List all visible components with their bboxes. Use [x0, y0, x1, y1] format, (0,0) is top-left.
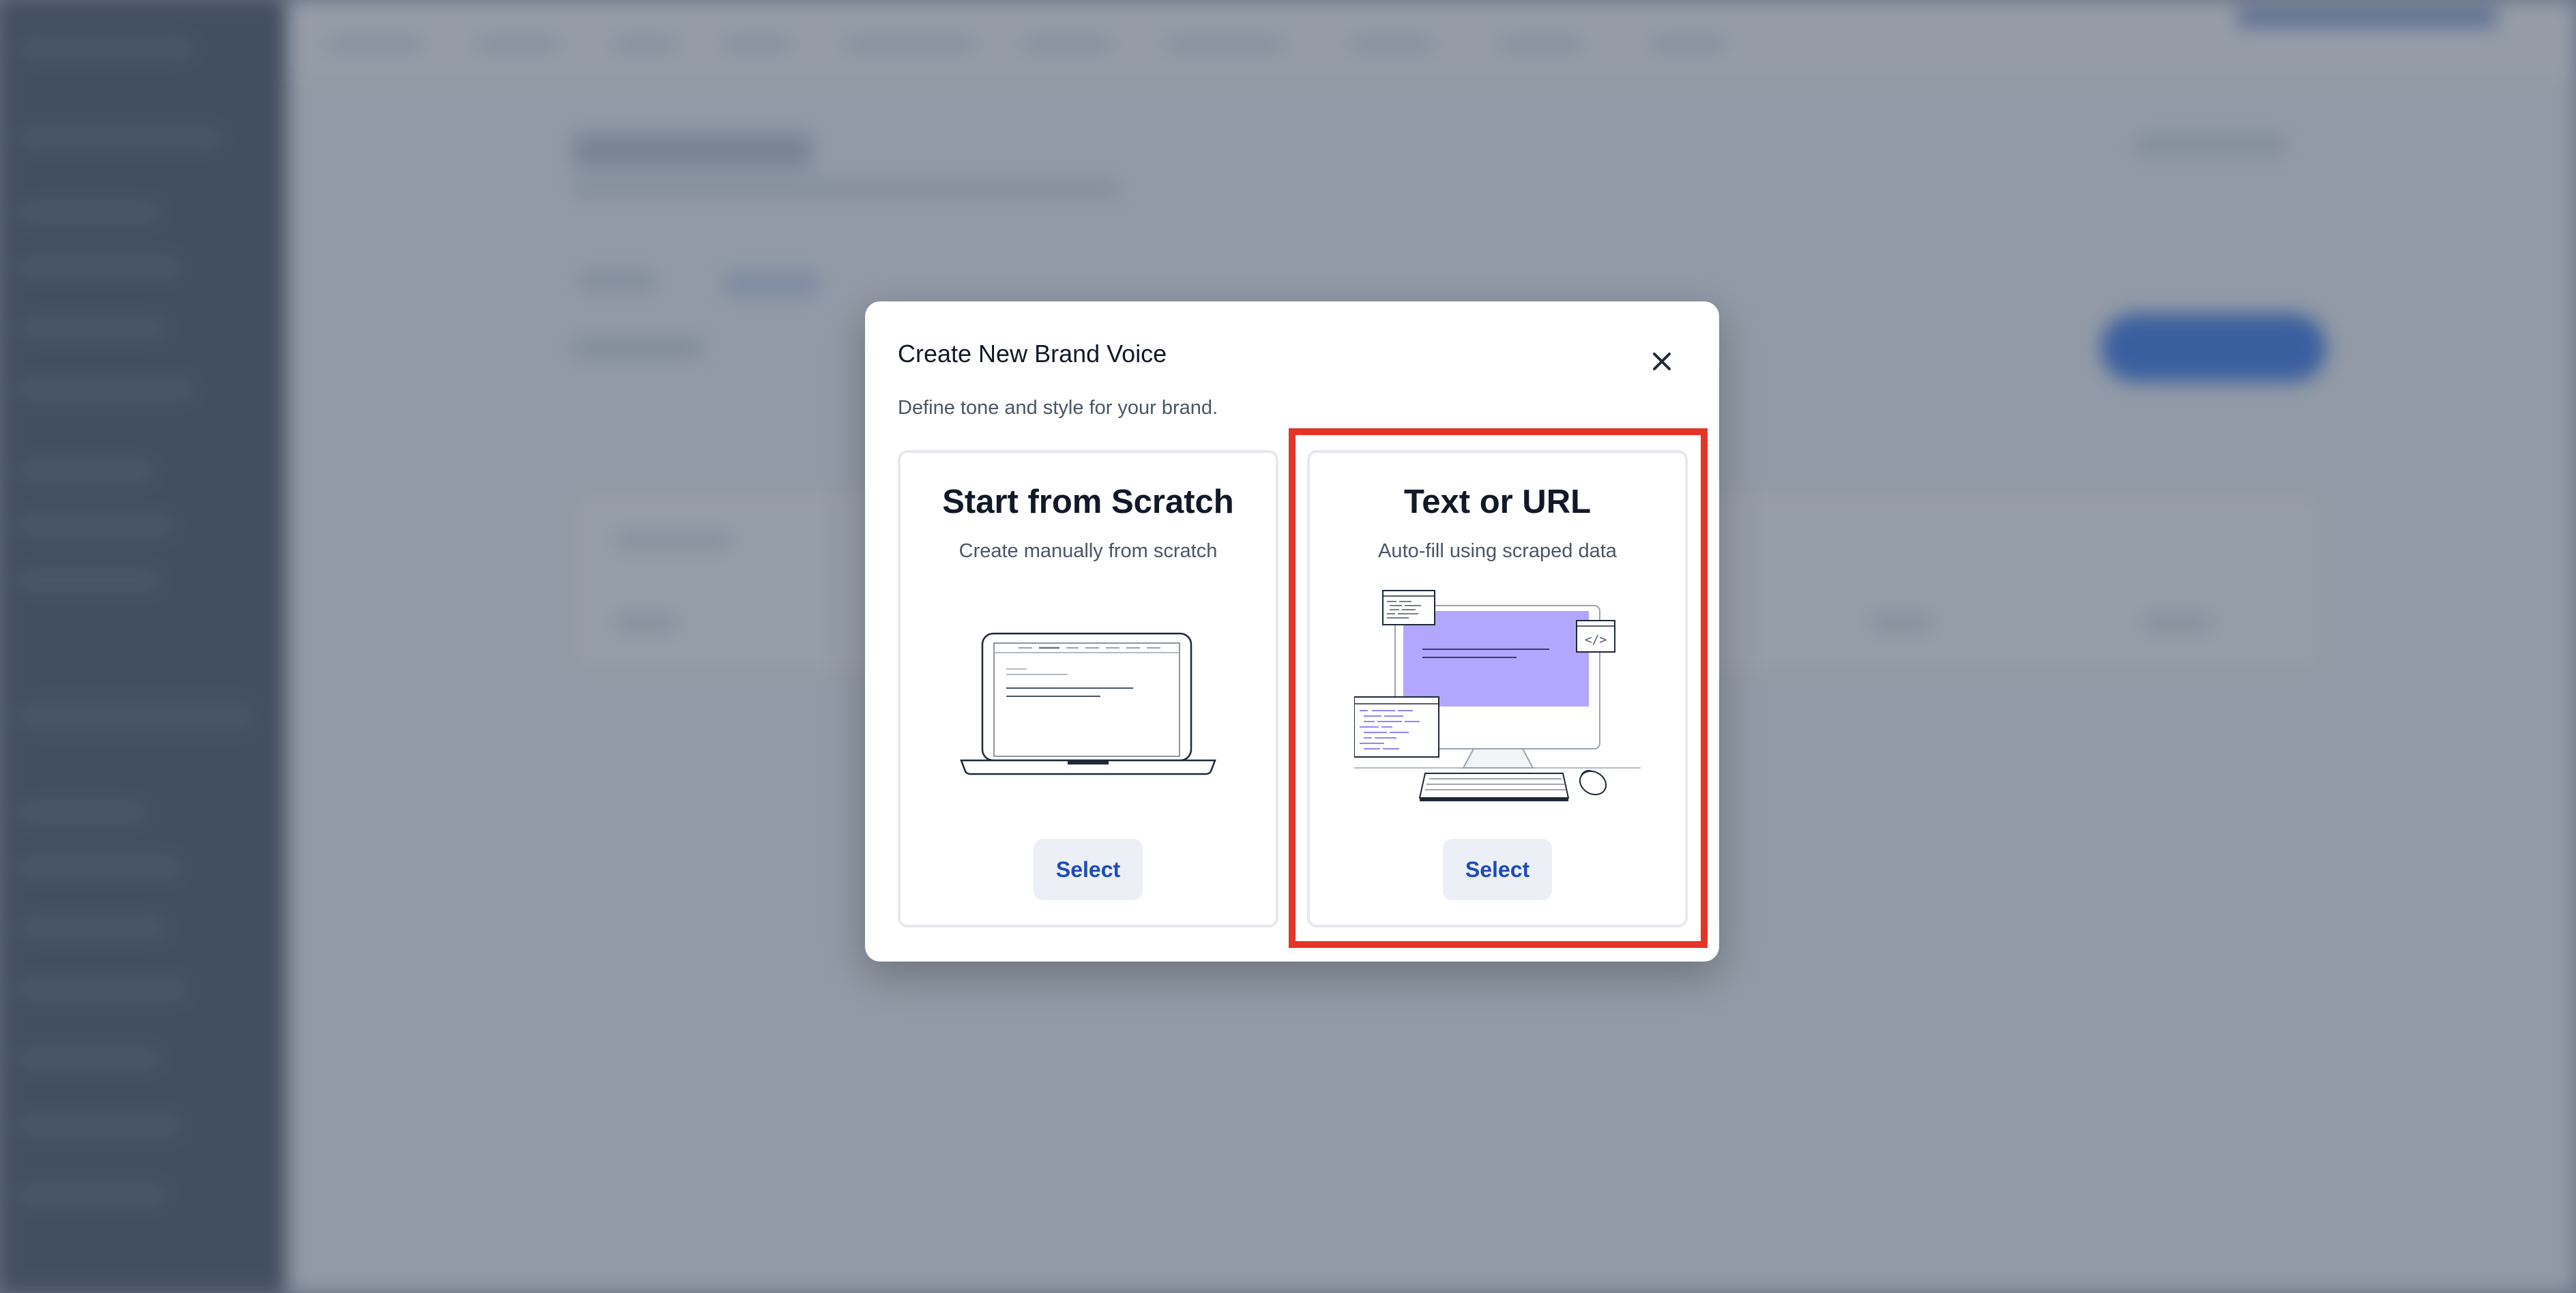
laptop-illustration — [901, 589, 1276, 807]
option-subtitle: Create manually from scratch — [958, 540, 1218, 562]
svg-text:</>: </> — [1585, 633, 1607, 647]
close-icon — [1653, 353, 1671, 370]
option-card-text-or-url[interactable]: Text or URL Auto-fill using scraped data — [1307, 450, 1688, 927]
desktop-code-illustration: </> — [1310, 589, 1685, 807]
close-button[interactable] — [1641, 341, 1682, 382]
create-brand-voice-modal: Create New Brand Voice Define tone and s… — [865, 301, 1719, 962]
modal-title: Create New Brand Voice — [898, 340, 1167, 368]
option-title: Start from Scratch — [942, 484, 1234, 520]
option-title: Text or URL — [1403, 484, 1592, 520]
modal-description: Define tone and style for your brand. — [898, 397, 1218, 419]
option-subtitle: Auto-fill using scraped data — [1378, 540, 1617, 562]
option-card-start-from-scratch[interactable]: Start from Scratch Create manually from … — [898, 450, 1278, 927]
select-button-text-or-url[interactable]: Select — [1443, 839, 1552, 900]
select-button-start-from-scratch[interactable]: Select — [1034, 839, 1143, 900]
